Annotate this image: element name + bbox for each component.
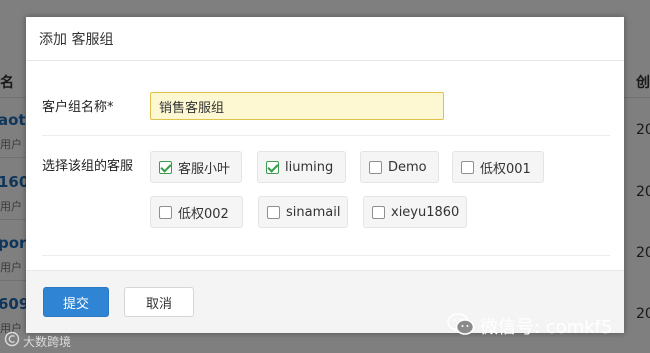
- group-name-input[interactable]: [150, 92, 444, 120]
- agent-select-row: 选择该组的客服 客服小叶 liuming Demo 低权001 低权002 si…: [42, 151, 610, 241]
- cancel-button[interactable]: 取消: [124, 287, 194, 317]
- agent-option-label: 低权002: [178, 206, 229, 222]
- agent-option-diquan-002[interactable]: 低权002: [150, 196, 243, 228]
- agent-option-diquan-001[interactable]: 低权001: [452, 151, 544, 183]
- agent-option-kefu-xiaoye[interactable]: 客服小叶: [150, 151, 242, 183]
- agent-option-xieyu1860[interactable]: xieyu1860: [363, 196, 467, 228]
- agent-option-label: sinamail: [286, 204, 341, 220]
- agent-select-label: 选择该组的客服: [42, 159, 134, 174]
- add-group-dialog: 添加 客服组 客户组名称* 选择该组的客服 客服小叶 liuming Demo …: [26, 17, 624, 333]
- source-watermark-text: 大数跨境: [23, 334, 72, 349]
- agent-option-label: Demo: [388, 159, 427, 175]
- group-name-row: 客户组名称*: [42, 92, 610, 122]
- agent-option-label: xieyu1860: [391, 204, 460, 220]
- checkbox[interactable]: [159, 205, 172, 219]
- wechat-watermark: 微信号: comkf5: [447, 312, 612, 340]
- agent-option-label: 低权001: [480, 161, 531, 177]
- submit-button[interactable]: 提交: [43, 287, 109, 317]
- checkbox[interactable]: [266, 160, 279, 174]
- agent-option-liuming[interactable]: liuming: [257, 151, 346, 183]
- agent-option-label: 客服小叶: [178, 161, 231, 177]
- source-watermark: 大数跨境: [4, 331, 71, 351]
- agent-option-label: liuming: [285, 159, 334, 175]
- agent-option-sinamail[interactable]: sinamail: [258, 196, 348, 228]
- checkbox[interactable]: [461, 160, 474, 174]
- checkbox[interactable]: [267, 205, 280, 219]
- dialog-title: 添加 客服组: [39, 31, 114, 48]
- checkbox[interactable]: [159, 160, 172, 174]
- form-divider: [42, 255, 610, 256]
- checkbox[interactable]: [372, 205, 385, 219]
- wechat-logo-icon: [447, 312, 475, 340]
- group-name-label: 客户组名称*: [42, 100, 114, 115]
- wechat-watermark-text: 微信号: comkf5: [480, 317, 613, 338]
- checkbox[interactable]: [369, 160, 382, 174]
- agent-option-demo[interactable]: Demo: [360, 151, 439, 183]
- form-divider: [42, 135, 610, 136]
- dialog-header: 添加 客服组: [26, 17, 624, 61]
- source-logo-icon: [4, 331, 20, 351]
